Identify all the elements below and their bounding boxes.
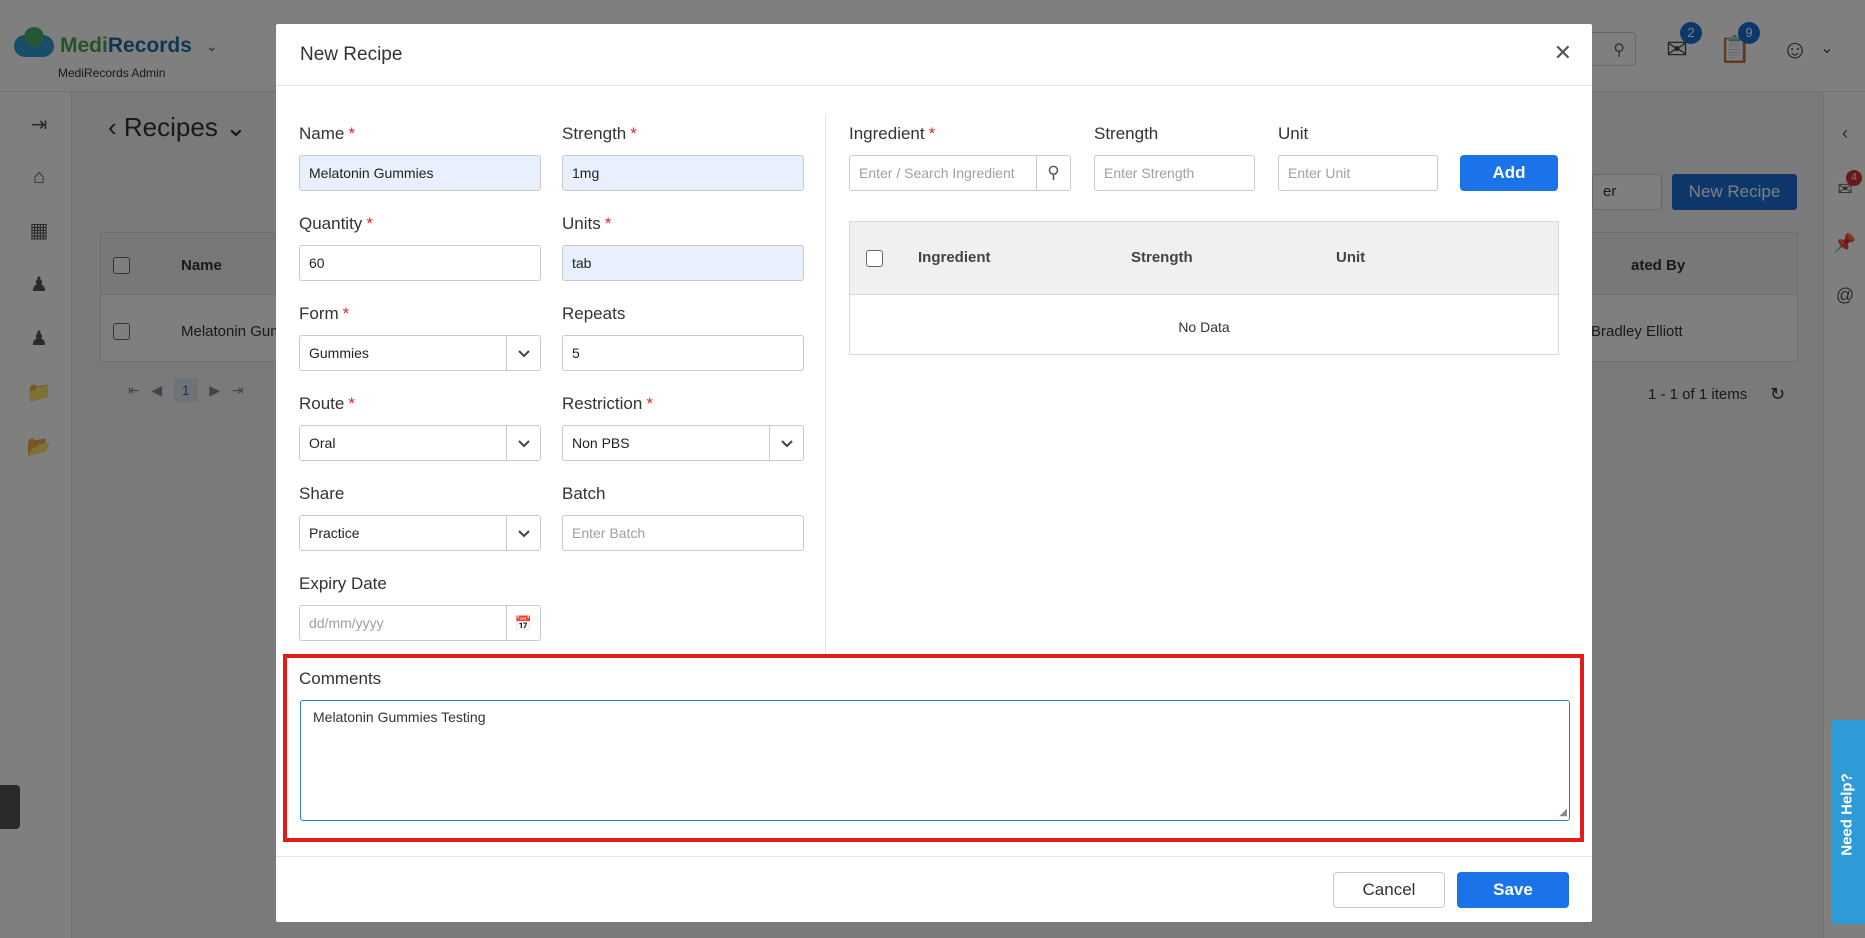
ingredient-strength-label: Strength	[1094, 124, 1159, 143]
ingredient-table-header: Ingredient Strength Unit	[850, 222, 1558, 295]
repeats-input[interactable]: 5	[562, 335, 804, 371]
comments-label: Comments	[299, 669, 382, 688]
comments-value: Melatonin Gummies Testing	[313, 709, 486, 725]
units-input[interactable]: tab	[562, 245, 804, 281]
ingredient-placeholder: Enter / Search Ingredient	[859, 165, 1015, 181]
strength-label: Strength *	[562, 124, 637, 143]
resize-handle-icon[interactable]: ◢	[1559, 807, 1567, 818]
name-input[interactable]: Melatonin Gummies	[299, 155, 541, 191]
route-label: Route *	[299, 394, 355, 413]
column-header-strength: Strength	[1131, 249, 1193, 266]
modal-title: New Recipe	[300, 44, 403, 65]
restriction-label: Restriction *	[562, 394, 653, 413]
chevron-down-icon[interactable]	[506, 336, 540, 370]
ingredient-search-input[interactable]: Enter / Search Ingredient ⚲	[849, 155, 1071, 191]
column-header-unit: Unit	[1336, 249, 1366, 266]
chevron-down-icon[interactable]	[506, 426, 540, 460]
need-help-tab[interactable]: Need Help?	[1831, 720, 1865, 924]
share-select[interactable]: Practice	[299, 515, 541, 551]
ingredient-strength-input[interactable]: Enter Strength	[1094, 155, 1255, 191]
search-icon[interactable]: ⚲	[1036, 156, 1070, 190]
expiry-date-input[interactable]: dd/mm/yyyy 📅	[299, 605, 541, 641]
column-divider	[825, 114, 826, 654]
form-select-value: Gummies	[309, 345, 369, 361]
save-button[interactable]: Save	[1457, 872, 1569, 908]
restriction-select[interactable]: Non PBS	[562, 425, 804, 461]
quantity-input[interactable]: 60	[299, 245, 541, 281]
chevron-down-icon[interactable]	[506, 516, 540, 550]
expiry-date-label: Expiry Date	[299, 574, 387, 593]
select-all-ingredients-checkbox[interactable]	[866, 250, 883, 267]
ingredient-unit-input[interactable]: Enter Unit	[1278, 155, 1438, 191]
batch-input[interactable]: Enter Batch	[562, 515, 804, 551]
strength-input[interactable]: 1mg	[562, 155, 804, 191]
share-select-value: Practice	[309, 525, 360, 541]
ingredient-label: Ingredient *	[849, 124, 936, 143]
expiry-date-placeholder: dd/mm/yyyy	[309, 615, 384, 631]
chevron-down-icon[interactable]	[769, 426, 803, 460]
modal-header: New Recipe ✕	[276, 24, 1592, 86]
route-select-value: Oral	[309, 435, 336, 451]
calendar-icon[interactable]: 📅	[506, 606, 540, 640]
form-label: Form *	[299, 304, 350, 323]
footer-divider	[276, 856, 1592, 857]
close-icon[interactable]: ✕	[1554, 40, 1572, 66]
quantity-label: Quantity *	[299, 214, 373, 233]
comments-textarea[interactable]: Melatonin Gummies Testing ◢	[300, 700, 1570, 821]
form-select[interactable]: Gummies	[299, 335, 541, 371]
route-select[interactable]: Oral	[299, 425, 541, 461]
new-recipe-modal: New Recipe ✕ Name * Melatonin Gummies Str…	[276, 24, 1592, 922]
name-label: Name *	[299, 124, 355, 143]
ingredient-table: Ingredient Strength Unit No Data	[849, 221, 1559, 355]
ingredient-unit-label: Unit	[1278, 124, 1309, 143]
repeats-label: Repeats	[562, 304, 626, 323]
cancel-button[interactable]: Cancel	[1333, 872, 1445, 908]
column-header-ingredient: Ingredient	[918, 249, 991, 266]
units-label: Units *	[562, 214, 612, 233]
add-ingredient-button[interactable]: Add	[1460, 155, 1558, 191]
batch-label: Batch	[562, 484, 606, 503]
empty-state-text: No Data	[1178, 319, 1230, 335]
restriction-select-value: Non PBS	[572, 435, 630, 451]
share-label: Share	[299, 484, 345, 503]
